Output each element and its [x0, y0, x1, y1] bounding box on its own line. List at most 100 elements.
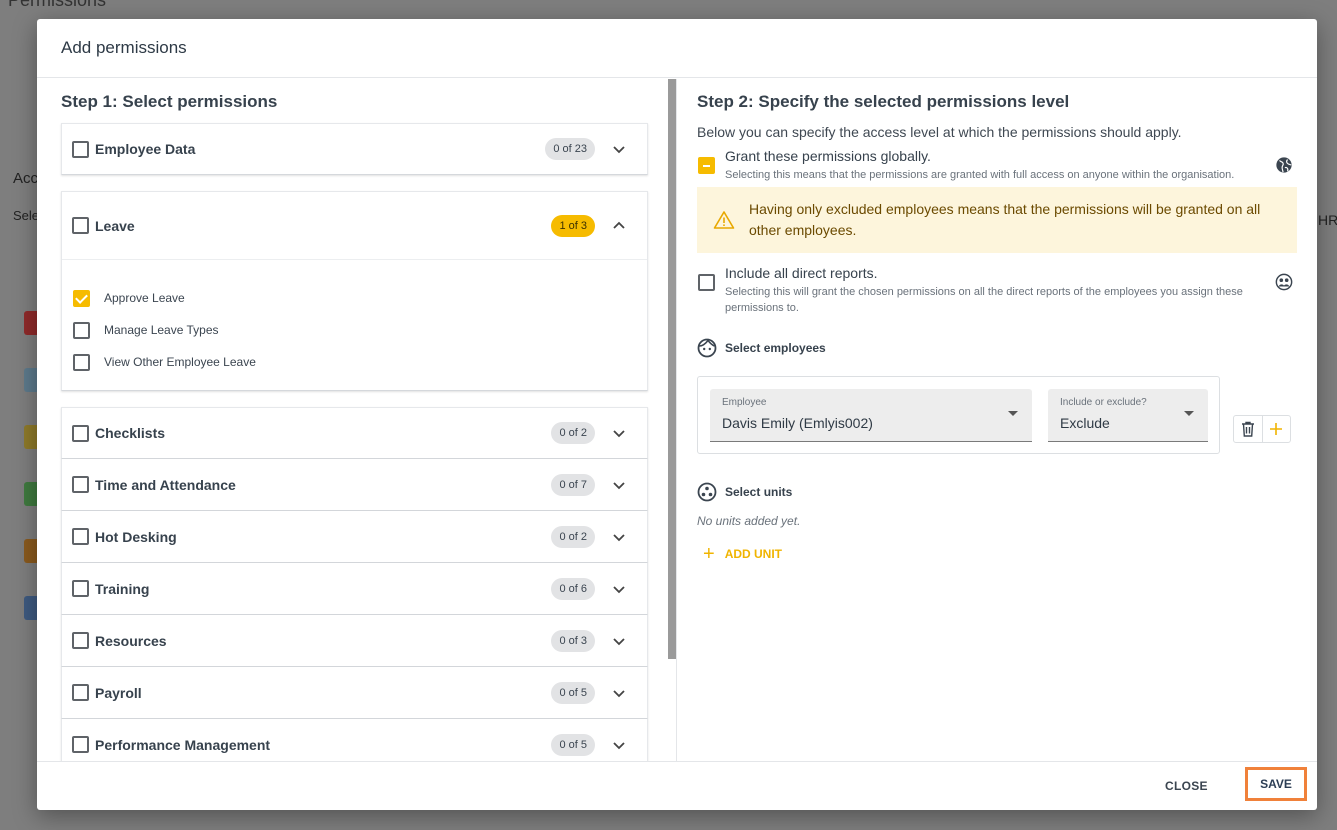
add-unit-button[interactable]: + ADD UNIT: [703, 544, 1297, 564]
category-label: Training: [95, 580, 150, 597]
count-badge: 1 of 3: [551, 214, 595, 237]
close-button[interactable]: CLOSE: [1165, 762, 1208, 810]
left-pane-scrollbar[interactable]: [668, 79, 676, 659]
warning-banner: Having only excluded employees means tha…: [697, 187, 1297, 253]
background-title: Permissions: [8, 0, 107, 10]
count-badge: 0 of 3: [551, 629, 595, 652]
include-exclude-select[interactable]: Include or exclude? Exclude: [1048, 389, 1208, 442]
category-performance-management[interactable]: Performance Management 0 of 5: [61, 719, 648, 761]
background-fragment: Acc: [13, 170, 39, 187]
category-checkbox[interactable]: [72, 140, 89, 158]
option-subtitle: Selecting this will grant the chosen per…: [725, 286, 1243, 314]
chevron-down-icon[interactable]: [609, 527, 629, 547]
category-time-and-attendance[interactable]: Time and Attendance 0 of 7: [61, 459, 648, 511]
section-title: Select employees: [725, 341, 826, 355]
field-value: Exclude: [1060, 415, 1110, 431]
grant-globally-checkbox[interactable]: [698, 157, 715, 174]
plus-icon: +: [703, 543, 715, 565]
category-checklists[interactable]: Checklists 0 of 2: [61, 407, 648, 459]
dropdown-caret-icon: [1008, 411, 1018, 416]
category-label: Leave: [95, 217, 135, 234]
employee-select[interactable]: Employee Davis Emily (Emlyis002): [710, 389, 1032, 442]
chevron-down-icon[interactable]: [609, 139, 629, 159]
field-value: Davis Emily (Emlyis002): [722, 415, 873, 431]
count-badge: 0 of 23: [545, 138, 595, 160]
category-checkbox[interactable]: [72, 424, 89, 442]
category-hot-desking[interactable]: Hot Desking 0 of 2: [61, 511, 648, 563]
warning-text: Having only excluded employees means tha…: [749, 201, 1261, 238]
permission-label: Approve Leave: [104, 291, 185, 305]
people-icon: [1275, 273, 1293, 291]
category-employee-data[interactable]: Employee Data 0 of 23: [61, 123, 648, 175]
count-badge: 0 of 5: [551, 733, 595, 756]
dropdown-caret-icon: [1184, 411, 1194, 416]
category-label: Performance Management: [95, 736, 271, 753]
category-checkbox[interactable]: [72, 476, 89, 493]
category-checkbox[interactable]: [72, 736, 89, 753]
option-title: Grant these permissions globally.: [725, 148, 931, 164]
count-badge: 0 of 6: [551, 577, 595, 600]
permission-approve-leave[interactable]: Approve Leave: [72, 282, 647, 314]
select-units-heading: Select units: [697, 482, 1297, 502]
category-checkbox[interactable]: [72, 528, 89, 545]
face-icon: [697, 338, 717, 358]
grant-globally-option[interactable]: Grant these permissions globally. Select…: [697, 148, 1297, 183]
step1-title: Step 1: Select permissions: [61, 92, 278, 111]
category-label: Time and Attendance: [95, 476, 236, 493]
count-badge: 0 of 2: [551, 525, 595, 548]
category-training[interactable]: Training 0 of 6: [61, 563, 648, 615]
permission-label: Manage Leave Types: [104, 323, 219, 337]
direct-reports-option[interactable]: Include all direct reports. Selecting th…: [697, 265, 1297, 316]
add-employee-button[interactable]: [1261, 416, 1291, 442]
units-icon: [697, 482, 717, 502]
category-payroll[interactable]: Payroll 0 of 5: [61, 667, 648, 719]
category-checkbox[interactable]: [72, 217, 89, 234]
chevron-down-icon[interactable]: [609, 735, 629, 755]
category-checkbox[interactable]: [72, 580, 89, 597]
category-leave[interactable]: Leave 1 of 3: [62, 192, 647, 260]
employee-row-actions: [1233, 415, 1291, 443]
permission-checkbox[interactable]: [73, 353, 90, 371]
field-label: Include or exclude?: [1060, 397, 1147, 408]
no-units-text: No units added yet.: [697, 514, 801, 528]
permission-label: View Other Employee Leave: [104, 355, 256, 369]
option-subtitle: Selecting this means that the permission…: [725, 169, 1235, 181]
category-label: Resources: [95, 632, 167, 649]
delete-button[interactable]: [1234, 416, 1262, 442]
background-fragment: Sele: [13, 208, 40, 223]
employee-row: Employee Davis Emily (Emlyis002) Include…: [697, 376, 1220, 454]
chevron-down-icon[interactable]: [609, 475, 629, 495]
step1-pane[interactable]: Step 1: Select permissions Employee Data…: [37, 79, 669, 761]
count-badge: 0 of 5: [551, 681, 595, 704]
background-fragment: HR: [1318, 212, 1337, 228]
category-label: Hot Desking: [95, 528, 177, 545]
category-label: Employee Data: [95, 141, 196, 157]
category-label: Payroll: [95, 684, 142, 701]
globe-icon: [1276, 157, 1292, 173]
option-title: Include all direct reports.: [725, 265, 878, 281]
chevron-down-icon[interactable]: [609, 423, 629, 443]
chevron-down-icon[interactable]: [609, 579, 629, 599]
category-label: Checklists: [95, 425, 166, 441]
pane-divider: [676, 79, 677, 761]
direct-reports-checkbox[interactable]: [698, 274, 715, 291]
dialog-title: Add permissions: [37, 19, 1317, 78]
step2-title: Step 2: Specify the selected permissions…: [697, 92, 1070, 111]
trash-icon: [1241, 421, 1254, 437]
step2-description: Below you can specify the access level a…: [697, 124, 1182, 140]
permission-view-other-employee-leave[interactable]: View Other Employee Leave: [72, 346, 647, 378]
permission-manage-leave-types[interactable]: Manage Leave Types: [72, 314, 647, 346]
category-checkbox[interactable]: [72, 632, 89, 649]
chevron-down-icon[interactable]: [609, 631, 629, 651]
chevron-down-icon[interactable]: [609, 683, 629, 703]
save-button[interactable]: SAVE: [1245, 767, 1307, 801]
step2-pane: Step 2: Specify the selected permissions…: [697, 79, 1297, 761]
permission-checkbox[interactable]: [73, 321, 90, 339]
chevron-up-icon[interactable]: [609, 216, 629, 236]
category-resources[interactable]: Resources 0 of 3: [61, 615, 648, 667]
warning-icon: [713, 211, 735, 229]
category-checkbox[interactable]: [72, 684, 89, 701]
field-label: Employee: [722, 397, 767, 408]
select-employees-heading: Select employees: [697, 338, 1297, 358]
permission-checkbox[interactable]: [73, 289, 90, 307]
